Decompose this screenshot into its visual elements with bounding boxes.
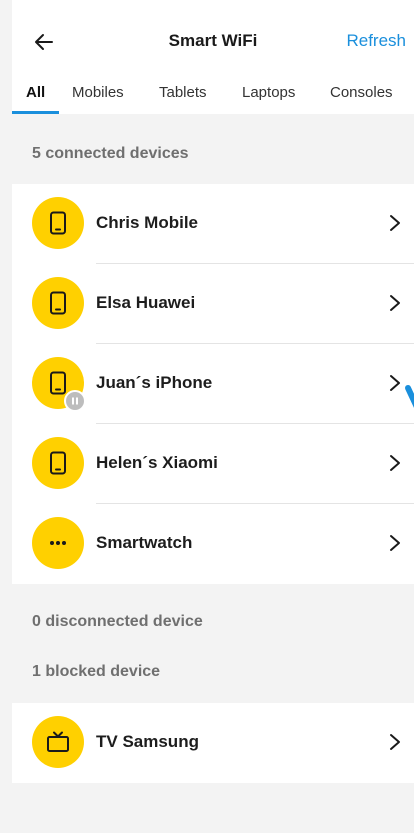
pause-icon <box>72 397 78 405</box>
device-name: Elsa Huawei <box>96 293 196 312</box>
device-avatar <box>32 437 84 489</box>
chevron-right-icon <box>390 295 400 311</box>
tab-mobiles[interactable]: Mobiles <box>72 84 124 101</box>
device-avatar <box>32 277 84 329</box>
device-avatar <box>32 716 84 768</box>
device-row[interactable]: Smartwatch <box>12 504 414 584</box>
phone-icon <box>50 371 66 395</box>
more-dots-icon <box>50 541 66 545</box>
disconnected-section-label: 0 disconnected device <box>32 613 203 630</box>
scroll-indicator[interactable] <box>398 380 414 490</box>
tab-consoles[interactable]: Consoles <box>330 84 393 101</box>
device-row[interactable]: Chris Mobile <box>12 184 414 264</box>
device-row[interactable]: Juan´s iPhone <box>12 344 414 424</box>
refresh-button[interactable]: Refresh <box>346 31 406 51</box>
device-name: Chris Mobile <box>96 213 199 232</box>
phone-icon <box>50 211 66 235</box>
header: Smart WiFi Refresh All Mobiles Tablets L… <box>12 0 414 114</box>
connected-device-list: Chris Mobile Elsa Huawei Juan´s iPhone H… <box>12 184 414 584</box>
device-row[interactable]: TV Samsung <box>12 703 414 783</box>
blocked-section-label: 1 blocked device <box>32 663 161 680</box>
device-row[interactable]: Helen´s Xiaomi <box>12 424 414 504</box>
tv-icon <box>47 731 69 752</box>
blocked-device-list: TV Samsung <box>12 703 414 783</box>
active-tab-indicator <box>12 111 59 114</box>
chevron-right-icon <box>390 734 400 750</box>
phone-icon <box>50 291 66 315</box>
device-name: Smartwatch <box>96 533 193 552</box>
device-avatar <box>32 197 84 249</box>
top-bar: Smart WiFi Refresh <box>12 22 414 62</box>
tab-tablets[interactable]: Tablets <box>159 84 207 101</box>
device-name: Juan´s iPhone <box>96 373 213 392</box>
paused-badge <box>64 390 86 412</box>
phone-icon <box>50 451 66 475</box>
device-avatar <box>32 517 84 569</box>
chevron-right-icon <box>390 535 400 551</box>
tab-all[interactable]: All <box>26 84 45 101</box>
device-row[interactable]: Elsa Huawei <box>12 264 414 344</box>
tab-laptops[interactable]: Laptops <box>242 84 295 101</box>
device-tabs: All Mobiles Tablets Laptops Consoles <box>12 84 414 114</box>
app-frame: Smart WiFi Refresh All Mobiles Tablets L… <box>12 0 414 833</box>
connected-section-label: 5 connected devices <box>32 145 189 162</box>
device-name: Helen´s Xiaomi <box>96 453 218 472</box>
device-name: TV Samsung <box>96 732 199 751</box>
chevron-right-icon <box>390 215 400 231</box>
